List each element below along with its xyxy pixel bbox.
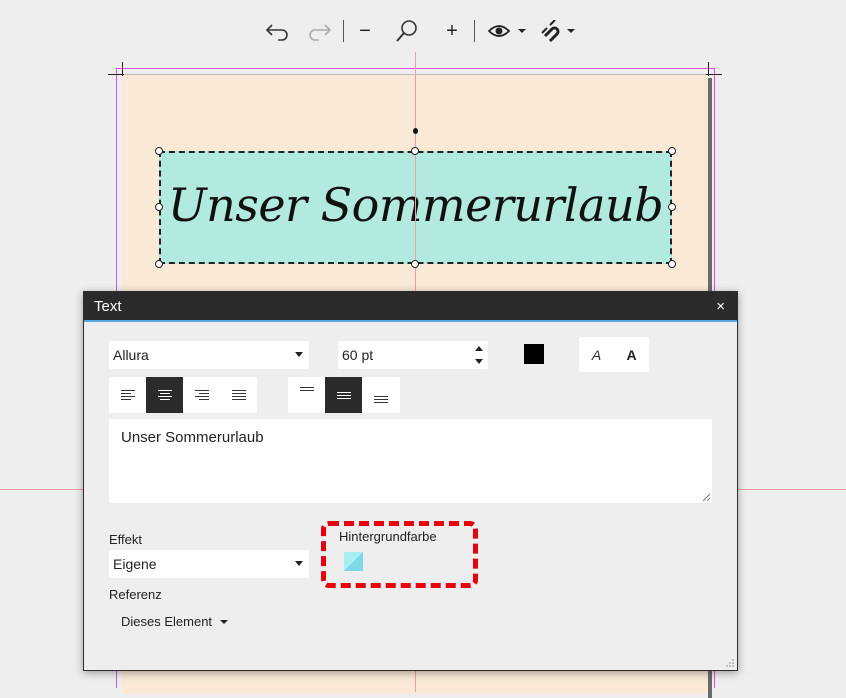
magnet-icon bbox=[541, 20, 560, 42]
view-dropdown[interactable] bbox=[484, 16, 530, 46]
font-style-group: A A bbox=[579, 337, 649, 372]
horizontal-align-group bbox=[109, 377, 257, 413]
dialog-title: Text bbox=[84, 292, 737, 322]
text-dialog: Text × Allura 60 pt A A Unser Sommerurla… bbox=[83, 291, 738, 671]
align-center-icon bbox=[157, 390, 172, 400]
rotate-handle[interactable] bbox=[413, 128, 418, 134]
resize-handle-top-right[interactable] bbox=[668, 147, 676, 155]
font-select[interactable]: Allura bbox=[109, 341, 309, 369]
vertical-align-group bbox=[288, 377, 400, 413]
crop-mark bbox=[122, 62, 123, 76]
resize-handle-top-left[interactable] bbox=[155, 147, 163, 155]
chevron-down-icon bbox=[220, 619, 229, 624]
font-size-value: 60 pt bbox=[342, 347, 374, 363]
redo-button[interactable] bbox=[305, 16, 335, 46]
magnifier-icon bbox=[396, 20, 417, 42]
reference-dropdown[interactable]: Dieses Element bbox=[121, 614, 229, 629]
close-button[interactable]: × bbox=[716, 292, 725, 322]
chevron-down-icon bbox=[295, 561, 303, 566]
stepper-arrows-icon[interactable] bbox=[474, 344, 484, 366]
font-select-value: Allura bbox=[113, 347, 149, 363]
align-justify-button[interactable] bbox=[220, 377, 257, 413]
align-bottom-icon bbox=[373, 396, 388, 403]
effect-select-value: Eigene bbox=[113, 556, 157, 572]
chevron-down-icon bbox=[295, 352, 303, 357]
zoom-in-button[interactable]: + bbox=[442, 16, 462, 46]
align-left-button[interactable] bbox=[109, 377, 146, 413]
chevron-down-icon bbox=[567, 29, 575, 33]
redo-arrow-icon bbox=[309, 24, 332, 41]
effect-label: Effekt bbox=[109, 532, 143, 547]
toolbar-separator bbox=[343, 20, 344, 42]
resize-grip-icon[interactable] bbox=[702, 493, 710, 501]
resize-handle-right[interactable] bbox=[668, 203, 676, 211]
reference-label: Referenz bbox=[109, 587, 162, 602]
text-input-value: Unser Sommerurlaub bbox=[121, 429, 264, 446]
align-top-icon bbox=[299, 387, 314, 391]
align-right-button[interactable] bbox=[183, 377, 220, 413]
align-justify-icon bbox=[231, 390, 246, 400]
align-left-icon bbox=[120, 390, 135, 400]
resize-handle-bottom[interactable] bbox=[411, 260, 419, 268]
italic-button[interactable]: A bbox=[579, 337, 614, 372]
eye-icon bbox=[487, 25, 511, 37]
text-color-swatch[interactable] bbox=[524, 344, 544, 364]
snap-dropdown[interactable] bbox=[538, 16, 578, 46]
resize-handle-bottom-right[interactable] bbox=[668, 260, 676, 268]
undo-arrow-icon bbox=[265, 24, 288, 41]
reference-dropdown-value: Dieses Element bbox=[121, 614, 213, 629]
zoom-out-button[interactable]: − bbox=[355, 16, 375, 46]
resize-handle-bottom-left[interactable] bbox=[155, 260, 163, 268]
effect-select[interactable]: Eigene bbox=[109, 550, 309, 578]
resize-handle-left[interactable] bbox=[155, 203, 163, 211]
dialog-resize-grip-icon[interactable] bbox=[725, 658, 734, 667]
align-top-button[interactable] bbox=[288, 377, 325, 413]
highlight-annotation bbox=[321, 521, 478, 588]
align-center-button[interactable] bbox=[146, 377, 183, 413]
toolbar-separator bbox=[474, 20, 475, 42]
crop-mark bbox=[708, 62, 709, 76]
resize-handle-top[interactable] bbox=[411, 147, 419, 155]
align-middle-button[interactable] bbox=[325, 377, 362, 413]
bold-button[interactable]: A bbox=[614, 337, 649, 372]
zoom-fit-button[interactable] bbox=[392, 16, 422, 46]
undo-button[interactable] bbox=[262, 16, 292, 46]
text-input[interactable]: Unser Sommerurlaub bbox=[109, 419, 712, 503]
align-right-icon bbox=[194, 390, 209, 400]
chevron-down-icon bbox=[518, 29, 526, 33]
align-bottom-button[interactable] bbox=[362, 377, 399, 413]
font-size-stepper[interactable]: 60 pt bbox=[338, 341, 488, 369]
align-middle-icon bbox=[336, 391, 351, 399]
